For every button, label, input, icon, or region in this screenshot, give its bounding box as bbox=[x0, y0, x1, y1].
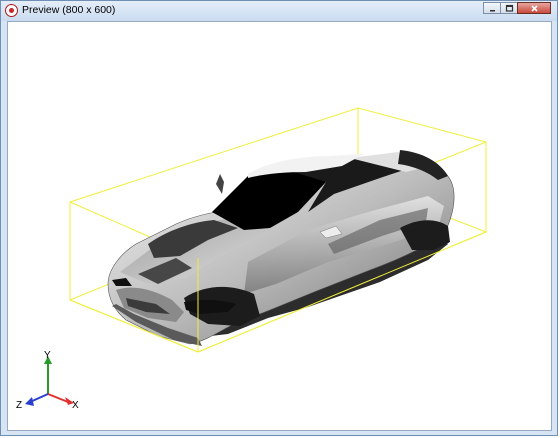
preview-window: Preview (800 x 600) Y X Z bbox=[0, 0, 558, 436]
window-title: Preview (800 x 600) bbox=[22, 4, 116, 16]
car-model bbox=[107, 150, 455, 346]
axis-x-label: X bbox=[72, 400, 79, 411]
scene-canvas[interactable]: Y X Z bbox=[8, 22, 552, 431]
axes-gizmo: Y X Z bbox=[16, 350, 79, 411]
app-icon bbox=[5, 4, 18, 17]
close-icon bbox=[530, 4, 538, 12]
minimize-button[interactable] bbox=[483, 2, 501, 14]
close-button[interactable] bbox=[517, 2, 551, 14]
maximize-icon bbox=[505, 4, 513, 12]
render-viewport[interactable]: Y X Z bbox=[7, 21, 552, 431]
title-bar[interactable]: Preview (800 x 600) bbox=[1, 1, 557, 21]
minimize-icon bbox=[489, 9, 495, 11]
window-controls bbox=[483, 2, 551, 16]
maximize-button[interactable] bbox=[500, 2, 518, 14]
axis-z-label: Z bbox=[16, 400, 22, 411]
axis-y-label: Y bbox=[44, 350, 51, 361]
